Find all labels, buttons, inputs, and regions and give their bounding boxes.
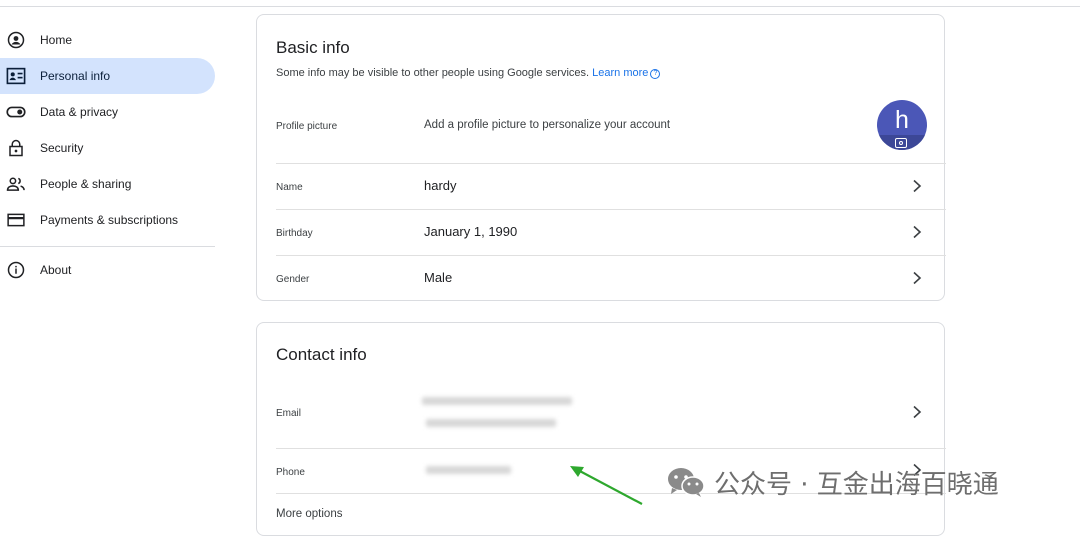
row-label: Gender bbox=[276, 274, 310, 285]
row-value: Male bbox=[424, 270, 453, 285]
sidebar-divider bbox=[0, 246, 215, 247]
row-label: Profile picture bbox=[276, 121, 338, 132]
sidebar-item-label: About bbox=[40, 263, 72, 277]
sidebar-item-data-privacy[interactable]: Data & privacy bbox=[0, 94, 215, 130]
row-label: Phone bbox=[276, 467, 305, 478]
sidebar-item-label: Security bbox=[40, 141, 84, 155]
sidebar-item-home[interactable]: Home bbox=[0, 22, 215, 58]
chevron-right-icon bbox=[913, 405, 922, 419]
help-icon: ? bbox=[650, 69, 661, 79]
chevron-right-icon bbox=[913, 271, 922, 285]
row-value: January 1, 1990 bbox=[424, 224, 518, 239]
sidebar-item-label: Payments & subscriptions bbox=[40, 213, 179, 227]
gender-row[interactable]: Gender Male bbox=[276, 255, 946, 301]
id-card-icon bbox=[6, 66, 26, 86]
card-subtitle: Some info may be visible to other people… bbox=[276, 67, 661, 79]
card-title: Contact info bbox=[276, 345, 367, 364]
person-circle-icon bbox=[6, 30, 26, 50]
name-row[interactable]: Name hardy bbox=[276, 163, 946, 209]
sidebar-item-security[interactable]: Security bbox=[0, 130, 215, 166]
camera-icon bbox=[895, 138, 907, 148]
top-divider bbox=[0, 0, 1080, 7]
learn-more-label: Learn more bbox=[592, 67, 649, 79]
subtitle-text: Some info may be visible to other people… bbox=[276, 67, 590, 79]
row-value: hardy bbox=[424, 178, 457, 193]
sidebar-item-label: Personal info bbox=[40, 69, 111, 83]
credit-card-icon bbox=[6, 210, 26, 230]
redacted-email bbox=[422, 397, 572, 405]
birthday-row[interactable]: Birthday January 1, 1990 bbox=[276, 209, 946, 255]
sidebar-item-payments[interactable]: Payments & subscriptions bbox=[0, 202, 215, 238]
learn-more-link[interactable]: Learn more? bbox=[592, 67, 661, 79]
email-row[interactable]: Email bbox=[276, 385, 946, 448]
row-value: Add a profile picture to personalize you… bbox=[424, 119, 671, 131]
wechat-icon bbox=[668, 468, 705, 497]
lock-icon bbox=[6, 138, 26, 158]
row-label: Email bbox=[276, 408, 302, 419]
sidebar-item-label: Home bbox=[40, 33, 73, 47]
sidebar-item-label: Data & privacy bbox=[40, 105, 119, 119]
watermark-text: 公众号 · 互金出海百晓通 bbox=[714, 469, 999, 500]
sidebar-item-label: People & sharing bbox=[40, 177, 132, 191]
people-icon bbox=[6, 174, 26, 194]
row-label: Name bbox=[276, 182, 303, 193]
redacted-phone bbox=[426, 466, 511, 474]
avatar-letter: h bbox=[895, 106, 909, 134]
sidebar-item-people-sharing[interactable]: People & sharing bbox=[0, 166, 215, 202]
more-options-label: More options bbox=[276, 508, 343, 520]
watermark: 公众号 · 互金出海百晓通 bbox=[666, 462, 999, 502]
basic-info-card: Basic info Some info may be visible to o… bbox=[256, 14, 946, 301]
card-title: Basic info bbox=[276, 38, 350, 57]
toggle-icon bbox=[6, 102, 26, 122]
info-icon bbox=[6, 260, 26, 280]
sidebar-item-personal-info[interactable]: Personal info bbox=[0, 58, 215, 94]
profile-picture-row[interactable]: Profile picture Add a profile picture to… bbox=[276, 95, 946, 163]
redacted-email bbox=[426, 419, 556, 427]
avatar[interactable]: h bbox=[877, 100, 927, 150]
annotation-arrow-icon bbox=[570, 466, 643, 505]
chevron-right-icon bbox=[913, 225, 922, 239]
sidebar-item-about[interactable]: About bbox=[0, 252, 215, 288]
chevron-right-icon bbox=[913, 179, 922, 193]
row-label: Birthday bbox=[276, 228, 313, 239]
